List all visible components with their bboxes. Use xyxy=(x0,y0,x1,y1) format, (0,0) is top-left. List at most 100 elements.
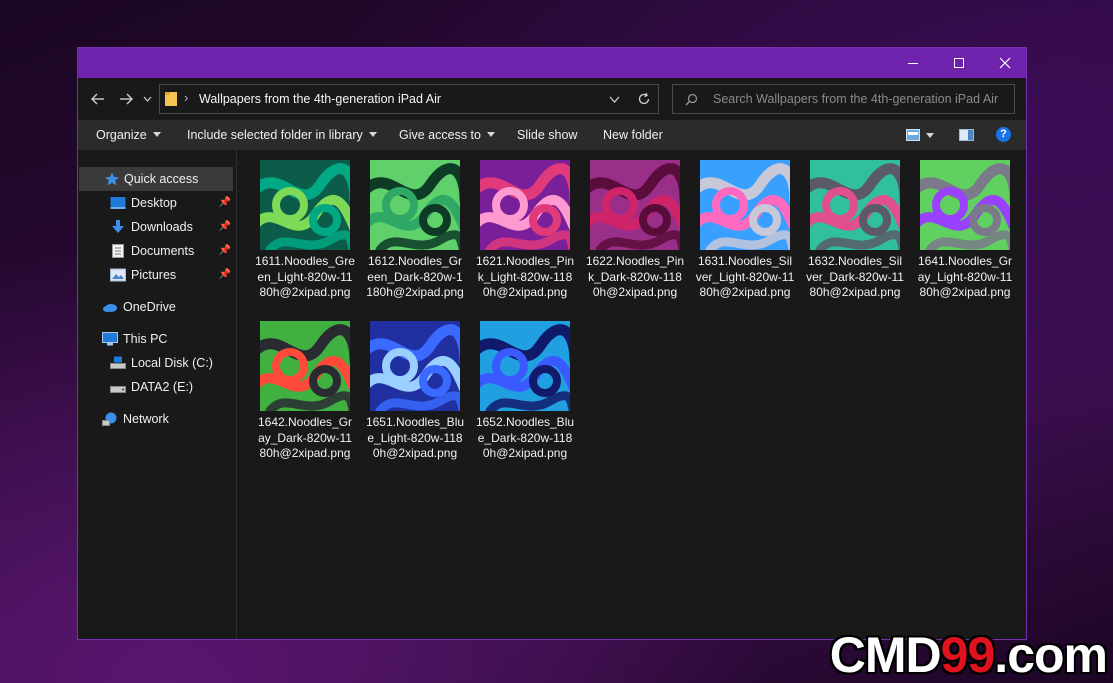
sidebar-item-label: Pictures xyxy=(131,268,177,282)
file-name: 1611.Noodles_Green_Light-820w-1180h@2xip… xyxy=(255,254,355,299)
address-history-chevron-icon[interactable] xyxy=(609,96,620,103)
file-name: 1641.Noodles_Gray_Light-820w-1180h@2xipa… xyxy=(917,254,1013,299)
sidebar-item-documents[interactable]: Documents 📌 xyxy=(78,239,236,263)
watermark-part-3: .com xyxy=(994,627,1108,683)
pictures-icon xyxy=(110,268,126,282)
file-item[interactable]: 1651.Noodles_Blue_Light-820w-1180h@2xipa… xyxy=(363,321,467,462)
close-icon xyxy=(999,57,1011,69)
file-item[interactable]: 1652.Noodles_Blue_Dark-820w-1180h@2xipad… xyxy=(473,321,577,462)
pin-icon: 📌 xyxy=(218,197,231,208)
file-item[interactable]: 1642.Noodles_Gray_Dark-820w-1180h@2xipad… xyxy=(253,321,357,462)
maximize-button[interactable] xyxy=(936,48,982,78)
help-icon: ? xyxy=(996,127,1011,142)
close-button[interactable] xyxy=(982,48,1028,78)
network-icon xyxy=(102,412,117,426)
file-thumbnail xyxy=(700,160,790,250)
file-thumbnail xyxy=(810,160,900,250)
include-library-menu[interactable]: Include selected folder in library xyxy=(187,120,377,150)
address-path[interactable]: Wallpapers from the 4th-generation iPad … xyxy=(199,92,441,106)
sidebar-item-quick-access[interactable]: Quick access xyxy=(79,167,233,191)
file-thumbnail xyxy=(370,160,460,250)
file-explorer-window: › Wallpapers from the 4th-generation iPa… xyxy=(77,47,1027,640)
file-thumbnail xyxy=(480,321,570,411)
file-name: 1651.Noodles_Blue_Light-820w-1180h@2xipa… xyxy=(365,415,465,460)
file-item[interactable]: 1611.Noodles_Green_Light-820w-1180h@2xip… xyxy=(253,160,357,301)
sidebar-item-label: Documents xyxy=(131,244,195,258)
site-watermark: CMD99.com xyxy=(829,627,1108,683)
file-item[interactable]: 1641.Noodles_Gray_Light-820w-1180h@2xipa… xyxy=(913,160,1017,301)
pin-icon: 📌 xyxy=(218,269,231,280)
include-library-label: Include selected folder in library xyxy=(187,128,363,142)
sidebar-item-desktop[interactable]: Desktop 📌 xyxy=(78,191,236,215)
file-item[interactable]: 1612.Noodles_Green_Dark-820w-1180h@2xipa… xyxy=(363,160,467,301)
search-placeholder: Search Wallpapers from the 4th-generatio… xyxy=(713,92,999,106)
sidebar-item-label: This PC xyxy=(123,332,168,346)
sidebar-item-label: Network xyxy=(123,412,169,426)
refresh-icon[interactable] xyxy=(637,92,651,106)
sidebar-item-network[interactable]: Network xyxy=(78,407,236,431)
file-name: 1621.Noodles_Pink_Light-820w-1180h@2xipa… xyxy=(475,254,575,299)
computer-icon xyxy=(102,332,118,346)
address-bar[interactable]: › Wallpapers from the 4th-generation iPa… xyxy=(159,84,659,114)
file-thumbnail xyxy=(920,160,1010,250)
arrow-right-icon xyxy=(120,93,133,105)
minimize-icon xyxy=(908,63,918,64)
file-name: 1632.Noodles_Silver_Dark-820w-1180h@2xip… xyxy=(806,254,904,299)
slide-show-button[interactable]: Slide show xyxy=(517,120,577,150)
file-item[interactable]: 1631.Noodles_Silver_Light-820w-1180h@2xi… xyxy=(693,160,797,301)
cloud-icon xyxy=(103,304,117,312)
sidebar-item-downloads[interactable]: Downloads 📌 xyxy=(78,215,236,239)
file-name: 1631.Noodles_Silver_Light-820w-1180h@2xi… xyxy=(695,254,795,299)
sidebar-item-label: Downloads xyxy=(131,220,193,234)
pin-icon: 📌 xyxy=(218,245,231,256)
navigation-pane: Quick access Desktop 📌 Downloads 📌 Docum… xyxy=(78,150,237,639)
sidebar-item-this-pc[interactable]: This PC xyxy=(78,327,236,351)
file-name: 1652.Noodles_Blue_Dark-820w-1180h@2xipad… xyxy=(475,415,575,460)
sidebar-item-label: OneDrive xyxy=(123,300,176,314)
watermark-part-1: CMD xyxy=(829,627,942,683)
sidebar-item-label: Desktop xyxy=(131,196,177,210)
chevron-down-icon xyxy=(368,132,377,137)
sidebar-item-label: Local Disk (C:) xyxy=(131,356,213,370)
sidebar-item-pictures[interactable]: Pictures 📌 xyxy=(78,263,236,287)
address-row: › Wallpapers from the 4th-generation iPa… xyxy=(78,78,1026,120)
path-separator-icon: › xyxy=(184,90,189,105)
chevron-down-icon xyxy=(926,133,934,138)
recent-locations-button[interactable] xyxy=(141,89,153,109)
pin-icon: 📌 xyxy=(218,221,231,232)
search-box[interactable]: Search Wallpapers from the 4th-generatio… xyxy=(672,84,1015,114)
file-name: 1642.Noodles_Gray_Dark-820w-1180h@2xipad… xyxy=(257,415,353,460)
chevron-down-icon xyxy=(152,132,161,137)
drive-icon xyxy=(110,356,126,369)
download-icon xyxy=(112,220,124,233)
file-thumbnail xyxy=(480,160,570,250)
give-access-menu[interactable]: Give access to xyxy=(399,120,495,150)
command-bar: Organize Include selected folder in libr… xyxy=(78,120,1026,150)
back-button[interactable] xyxy=(88,89,108,109)
title-bar[interactable] xyxy=(78,48,1026,78)
forward-button[interactable] xyxy=(116,89,136,109)
sidebar-item-local-disk[interactable]: Local Disk (C:) xyxy=(78,351,236,375)
new-folder-button[interactable]: New folder xyxy=(603,120,663,150)
organize-menu[interactable]: Organize xyxy=(96,120,161,150)
minimize-button[interactable] xyxy=(890,48,936,78)
help-button[interactable]: ? xyxy=(995,120,1013,150)
sidebar-item-data2[interactable]: DATA2 (E:) xyxy=(78,375,236,399)
folder-icon xyxy=(165,92,177,106)
change-view-button[interactable] xyxy=(904,120,940,150)
file-thumbnail xyxy=(260,321,350,411)
file-list: 1611.Noodles_Green_Light-820w-1180h@2xip… xyxy=(237,150,1026,639)
view-icon xyxy=(906,129,920,141)
file-item[interactable]: 1622.Noodles_Pink_Dark-820w-1180h@2xipad… xyxy=(583,160,687,301)
file-item[interactable]: 1632.Noodles_Silver_Dark-820w-1180h@2xip… xyxy=(803,160,907,301)
arrow-left-icon xyxy=(91,93,104,105)
file-thumbnail xyxy=(370,321,460,411)
file-item[interactable]: 1621.Noodles_Pink_Light-820w-1180h@2xipa… xyxy=(473,160,577,301)
new-folder-label: New folder xyxy=(603,128,663,142)
organize-label: Organize xyxy=(96,128,147,142)
sidebar-item-onedrive[interactable]: OneDrive xyxy=(78,295,236,319)
chevron-down-icon xyxy=(143,96,151,102)
preview-pane-button[interactable] xyxy=(958,120,976,150)
document-icon xyxy=(112,244,124,258)
file-name: 1622.Noodles_Pink_Dark-820w-1180h@2xipad… xyxy=(585,254,685,299)
